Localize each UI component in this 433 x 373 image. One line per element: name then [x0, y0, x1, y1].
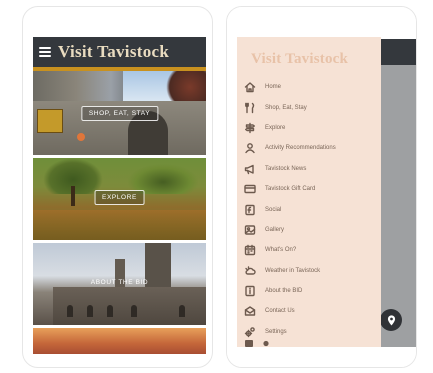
menu-item-label: Explore — [265, 124, 286, 131]
megaphone-icon — [243, 162, 257, 176]
menu-item-label: About the BID — [265, 288, 303, 295]
tile-photo-window — [87, 305, 93, 317]
menu-item-label: What's On? — [265, 247, 297, 254]
menu-item-gallery[interactable]: Gallery — [243, 220, 379, 240]
menu-item-contact-us[interactable]: Contact Us — [243, 301, 379, 321]
signpost-icon — [243, 121, 257, 135]
tile-photo-window — [131, 305, 137, 317]
weather-icon — [243, 264, 257, 278]
menu-item-label: Activity Recommendations — [265, 145, 336, 152]
tile-next[interactable] — [33, 328, 206, 354]
tile-photo-window — [179, 305, 185, 317]
tile-photo-sign — [37, 109, 63, 133]
info-icon — [243, 284, 257, 298]
envelope-icon — [243, 304, 257, 318]
menu-item-label: Shop, Eat, Stay — [265, 104, 307, 111]
share-icon — [243, 203, 257, 217]
background-header — [377, 39, 416, 65]
gallery-icon — [243, 223, 257, 237]
menu-item-tavistock-news[interactable]: Tavistock News — [243, 159, 379, 179]
home-screen-phone: Visit Tavistock SHOP, EAT, STAY EXPLORE … — [22, 6, 213, 368]
menu-item-activity-recommendations[interactable]: Activity Recommendations — [243, 138, 379, 158]
tile-label: ABOUT THE BID — [90, 279, 149, 286]
app-title: Visit Tavistock — [58, 42, 170, 61]
person-icon — [243, 141, 257, 155]
menu-item-label: Settings — [265, 328, 287, 335]
menu-item-label: Tavistock News — [265, 165, 307, 172]
settings-cog-icon[interactable] — [262, 340, 270, 347]
menu-item-social[interactable]: Social — [243, 199, 379, 219]
tile-label: EXPLORE — [94, 190, 145, 205]
tile-photo-trunk — [71, 186, 75, 206]
app-header: Visit Tavistock — [33, 37, 206, 71]
drawer-menu: Home Shop, Eat, Stay Explore Activity Re… — [243, 77, 379, 342]
tile-photo-moorland — [33, 210, 206, 240]
drawer-title: Visit Tavistock — [251, 51, 349, 67]
menu-item-label: Gallery — [265, 226, 285, 233]
drawer-footer — [245, 340, 270, 347]
menu-item-label: Home — [265, 84, 282, 91]
drawer-overlay[interactable] — [377, 65, 416, 347]
tile-about-the-bid[interactable]: ABOUT THE BID — [33, 243, 206, 325]
menu-item-label: Contact Us — [265, 308, 295, 315]
menu-drawer-phone: Visit Tavistock Home Shop, Eat, Stay Exp… — [226, 6, 417, 368]
home-icon — [243, 80, 257, 94]
tile-label: SHOP, EAT, STAY — [80, 106, 159, 121]
menu-item-home[interactable]: Home — [243, 77, 379, 97]
menu-item-whats-on[interactable]: What's On? — [243, 240, 379, 260]
calendar-icon — [243, 243, 257, 257]
tile-photo-window — [67, 305, 73, 317]
nav-drawer: Visit Tavistock Home Shop, Eat, Stay Exp… — [237, 37, 381, 347]
card-icon — [243, 182, 257, 196]
menu-item-label: Social — [265, 206, 282, 213]
menu-item-shop-eat-stay[interactable]: Shop, Eat, Stay — [243, 97, 379, 117]
menu-item-about-the-bid[interactable]: About the BID — [243, 281, 379, 301]
gear-icon — [243, 325, 257, 339]
menu-item-gift-card[interactable]: Tavistock Gift Card — [243, 179, 379, 199]
menu-item-label: Tavistock Gift Card — [265, 186, 316, 193]
fork-knife-icon — [243, 101, 257, 115]
menu-item-explore[interactable]: Explore — [243, 118, 379, 138]
tile-photo-flowers — [77, 133, 85, 141]
tile-photo-window — [107, 305, 113, 317]
location-fab-button[interactable] — [380, 309, 402, 331]
tile-explore[interactable]: EXPLORE — [33, 158, 206, 240]
menu-icon[interactable] — [39, 47, 51, 57]
map-pin-icon — [387, 314, 395, 325]
facebook-icon[interactable] — [245, 340, 253, 347]
menu-item-label: Weather in Tavistock — [265, 267, 321, 274]
tile-shop-eat-stay[interactable]: SHOP, EAT, STAY — [33, 71, 206, 155]
menu-item-weather[interactable]: Weather in Tavistock — [243, 261, 379, 281]
